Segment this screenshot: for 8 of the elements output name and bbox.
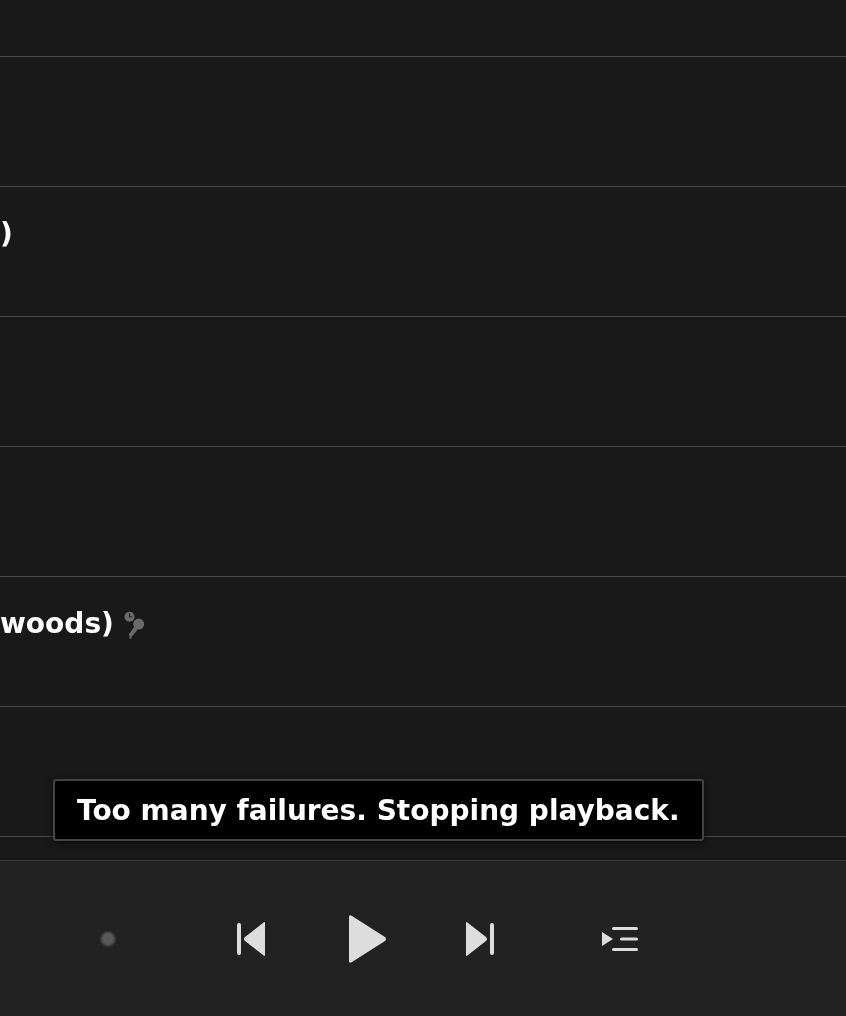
next-icon[interactable] — [464, 922, 494, 956]
track-title: ) — [0, 217, 13, 251]
queue-icon[interactable] — [602, 927, 638, 951]
play-icon[interactable] — [347, 915, 387, 963]
error-tooltip: Too many failures. Stopping playback. — [53, 779, 704, 841]
status-dot-icon — [98, 929, 118, 949]
previous-icon[interactable] — [237, 922, 267, 956]
track-title: woods) — [0, 607, 114, 641]
